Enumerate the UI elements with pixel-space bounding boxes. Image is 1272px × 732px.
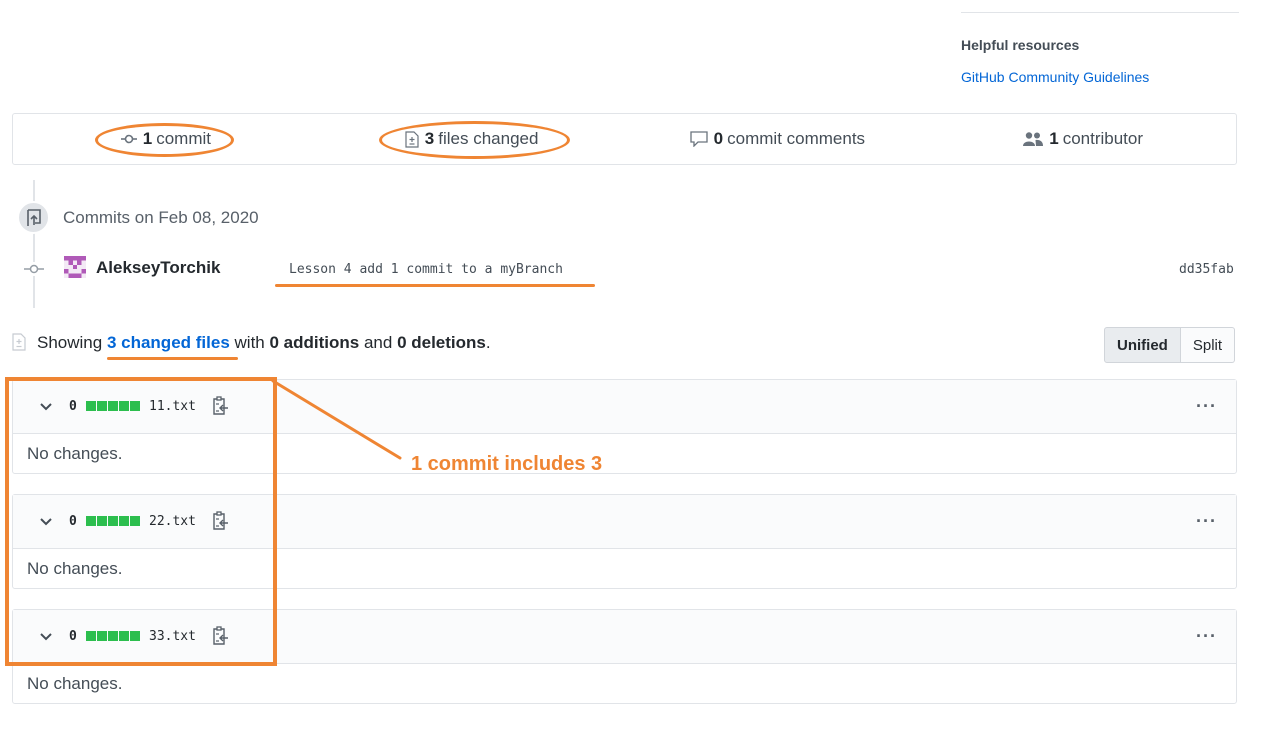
unified-button[interactable]: Unified [1104,327,1181,363]
more-options-icon[interactable]: ··· [1196,626,1217,647]
changed-files-link[interactable]: 3 changed files [107,333,230,352]
stat-comments[interactable]: 0 commit comments [625,114,931,164]
commit-sha[interactable]: dd35fab [1179,262,1234,277]
annotation-ellipse-files [379,121,570,159]
annotation-ellipse-commit [95,123,234,157]
diff-view-toggle: Unified Split [1104,327,1236,363]
diff-summary: Showing 3 changed files with 0 additions… [37,333,491,353]
annotation-underline-message [275,284,595,287]
commit-author[interactable]: AlekseyTorchik [96,258,220,278]
community-guidelines-link[interactable]: GitHub Community Guidelines [961,69,1149,85]
timeline-line [33,180,35,308]
annotation-box-files [5,377,277,666]
file-body: No changes. [27,674,123,693]
more-options-icon[interactable]: ··· [1196,396,1217,417]
comments-label: commit comments [727,129,866,148]
commit-message[interactable]: Lesson 4 add 1 commit to a myBranch [289,262,563,277]
repo-push-icon [17,201,50,234]
people-icon [1023,131,1044,147]
summary-prefix: Showing [37,333,103,352]
sidebar-divider [961,12,1239,13]
annotation-pointer-line [271,379,402,460]
comment-icon [690,131,708,147]
stat-contributors[interactable]: 1 contributor [930,114,1236,164]
file-diff-icon [12,333,26,356]
summary-with: with [234,333,265,352]
summary-period: . [485,333,491,352]
additions-count: 0 additions [269,333,360,352]
contributors-count: 1 [1049,129,1059,148]
helpful-resources-title: Helpful resources [961,37,1080,53]
author-avatar[interactable] [64,256,86,278]
commit-node-icon [24,262,44,276]
annotation-text: 1 commit includes 3 [411,453,603,475]
split-button[interactable]: Split [1180,327,1236,363]
more-options-icon[interactable]: ··· [1196,511,1217,532]
commits-date-heading: Commits on Feb 08, 2020 [63,208,259,227]
summary-and: and [363,333,393,352]
deletions-count: 0 deletions [397,333,486,352]
annotation-underline-files [107,357,238,360]
contributors-label: contributor [1062,129,1144,148]
comments-count: 0 [713,129,724,148]
